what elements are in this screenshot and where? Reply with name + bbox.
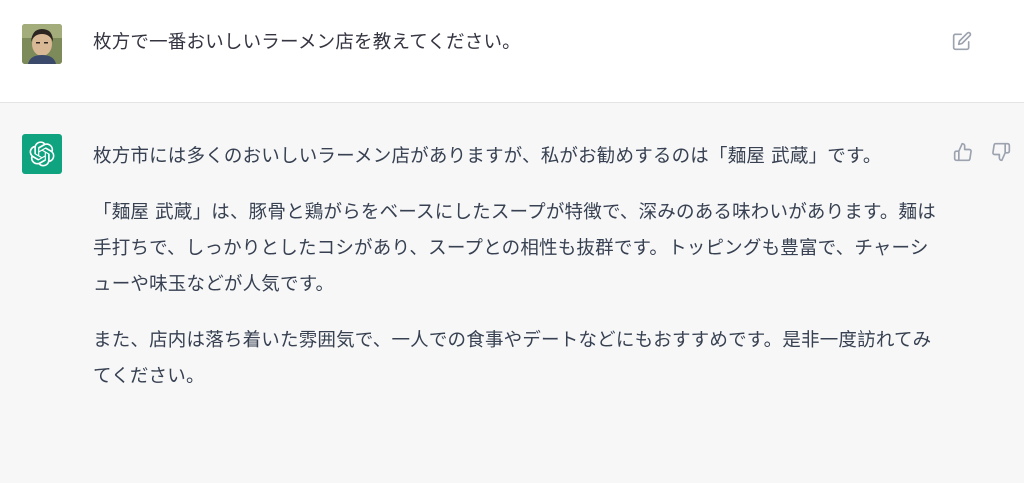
- thumbs-up-button[interactable]: [952, 141, 974, 163]
- user-message-text: 枚方で一番おいしいラーメン店を教えてください。: [93, 32, 521, 53]
- thumbs-down-icon: [992, 142, 1011, 162]
- edit-icon: [952, 31, 972, 51]
- assistant-paragraph: 「麺屋 武蔵」は、豚骨と鶏がらをベースにしたスープが特徴で、深みのある味わいがあ…: [93, 202, 936, 295]
- openai-logo-icon: [29, 141, 55, 167]
- thumbs-down-button[interactable]: [990, 141, 1012, 163]
- user-message: 枚方で一番おいしいラーメン店を教えてください。: [0, 0, 1024, 103]
- assistant-paragraph: 枚方市には多くのおいしいラーメン店がありますが、私がお勧めするのは「麺屋 武蔵」…: [93, 146, 882, 167]
- chat-thread: 枚方で一番おいしいラーメン店を教えてください。 枚方市には多くのおいしいラーメン…: [0, 0, 1024, 483]
- user-avatar: [22, 24, 62, 64]
- assistant-paragraph: また、店内は落ち着いた雰囲気で、一人での食事やデートなどにもおすすめです。是非一…: [93, 330, 932, 387]
- assistant-avatar: [22, 134, 62, 174]
- assistant-message-content: 枚方市には多くのおいしいラーメン店がありますが、私がお勧めするのは「麺屋 武蔵」…: [93, 139, 943, 415]
- user-photo-avatar: [22, 24, 62, 64]
- assistant-message: 枚方市には多くのおいしいラーメン店がありますが、私がお勧めするのは「麺屋 武蔵」…: [0, 103, 1024, 483]
- thumbs-up-icon: [953, 142, 972, 162]
- feedback-buttons: [952, 141, 1012, 163]
- edit-button[interactable]: [951, 30, 973, 52]
